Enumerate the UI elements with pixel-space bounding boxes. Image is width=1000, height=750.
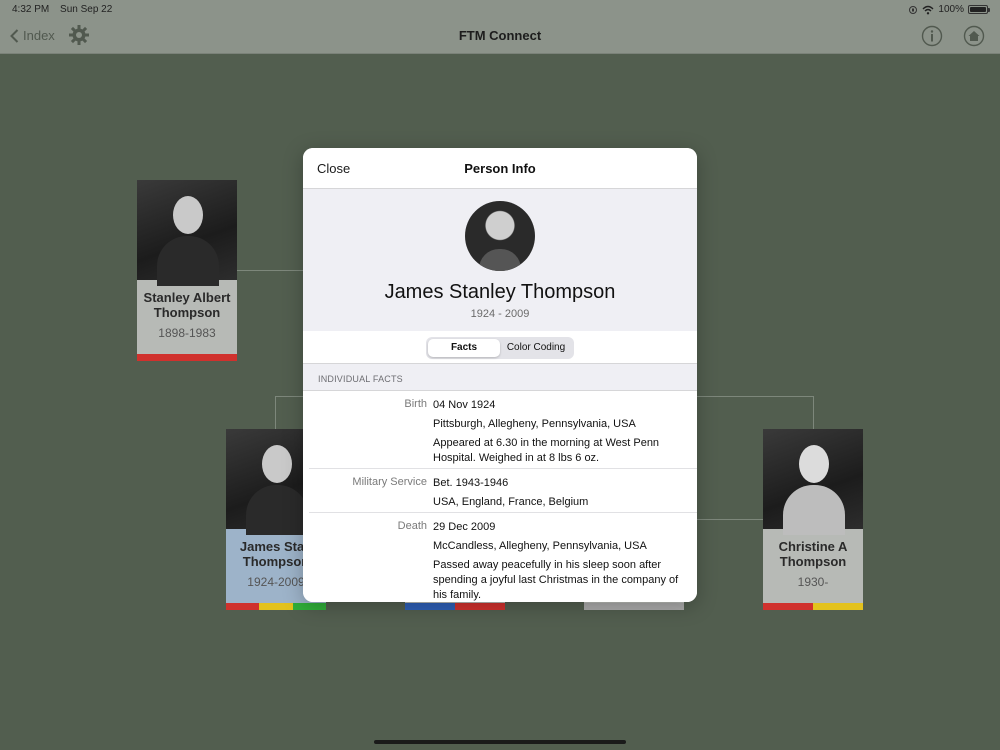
fact-value: Bet. 1943-1946 USA, England, France, Bel… [433,476,697,510]
color-tag [292,603,326,610]
info-icon[interactable] [921,25,943,47]
status-bar-right: 100% [908,4,990,15]
fact-note: Passed away peacefully in his sleep soon… [433,559,679,601]
fact-label: Military Service [352,476,427,488]
color-tag [455,603,505,610]
section-header: INDIVIDUAL FACTS [303,364,697,391]
tree-line [275,396,305,397]
home-icon[interactable] [963,25,985,47]
person-full-name: James Stanley Thompson [384,281,616,303]
battery-percent: 100% [938,4,964,15]
profile-section: James Stanley Thompson 1924 - 2009 [303,189,697,331]
person-name: Christine A Thompson [778,539,848,569]
fact-row-military-service[interactable]: Military Service Bet. 1943-1946 USA, Eng… [309,469,697,513]
fact-place: Pittsburgh, Allegheny, Pennsylvania, USA [433,418,636,430]
color-coding-stripe [584,603,684,610]
fact-value: 04 Nov 1924 Pittsburgh, Allegheny, Penns… [433,398,697,466]
fact-label: Birth [404,398,427,410]
home-indicator[interactable] [374,740,626,744]
fact-date: 29 Dec 2009 [433,521,496,533]
tree-line [275,396,276,429]
wifi-icon [922,5,934,14]
segmented-control-bar: Facts Color Coding [303,331,697,364]
color-coding-stripe [405,603,505,610]
tab-color-coding[interactable]: Color Coding [500,339,572,357]
person-info-modal: Close Person Info James Stanley Thompson… [303,148,697,602]
person-name: Stanley Albert Thompson [143,290,231,320]
status-bar-left: 4:32 PM Sun Sep 22 [12,4,120,15]
facts-list: Birth 04 Nov 1924 Pittsburgh, Allegheny,… [303,391,697,602]
fact-place: McCandless, Allegheny, Pennsylvania, USA [433,540,647,552]
modal-title: Person Info [464,161,536,176]
person-lifespan: 1924 - 2009 [470,308,530,320]
fact-note: Appeared at 6.30 in the morning at West … [433,437,660,464]
person-card-christine[interactable]: Christine A Thompson 1930- [763,429,863,610]
person-photo [763,429,863,535]
orientation-lock-icon [909,5,918,14]
modal-header: Close Person Info [303,148,697,189]
color-tag [813,603,863,610]
color-tag [763,603,813,610]
color-tag [259,603,293,610]
color-coding-stripe [137,354,237,361]
fact-row-death[interactable]: Death 29 Dec 2009 McCandless, Allegheny,… [309,513,697,602]
top-bar: 4:32 PM Sun Sep 22 100% Index FTM Connec… [0,0,1000,54]
color-coding-stripe [763,603,863,610]
fact-date: 04 Nov 1924 [433,399,496,411]
person-card-stanley[interactable]: Stanley Albert Thompson 1898-1983 [137,180,237,361]
status-time: 4:32 PM [12,4,50,15]
status-date: Sun Sep 22 [60,4,113,15]
fact-date: Bet. 1943-1946 [433,477,509,489]
fact-label: Death [397,520,427,532]
tree-line [697,519,763,520]
color-tag [405,603,455,610]
app-title: FTM Connect [458,28,542,43]
segmented-control: Facts Color Coding [426,337,574,359]
color-tag [137,354,237,361]
color-coding-stripe [226,603,326,610]
tab-facts[interactable]: Facts [428,339,500,357]
fact-value: 29 Dec 2009 McCandless, Allegheny, Penns… [433,520,697,602]
color-tag [584,603,684,610]
fact-row-birth[interactable]: Birth 04 Nov 1924 Pittsburgh, Allegheny,… [309,391,697,469]
person-years: 1898-1983 [158,326,216,340]
tree-line [237,270,307,271]
color-tag [226,603,260,610]
battery-icon [968,5,990,14]
person-years: 1930- [797,575,829,589]
tree-line [813,396,814,429]
avatar[interactable] [465,201,535,271]
person-photo [137,180,237,286]
fact-place: USA, England, France, Belgium [433,496,589,508]
tree-line [697,396,813,397]
